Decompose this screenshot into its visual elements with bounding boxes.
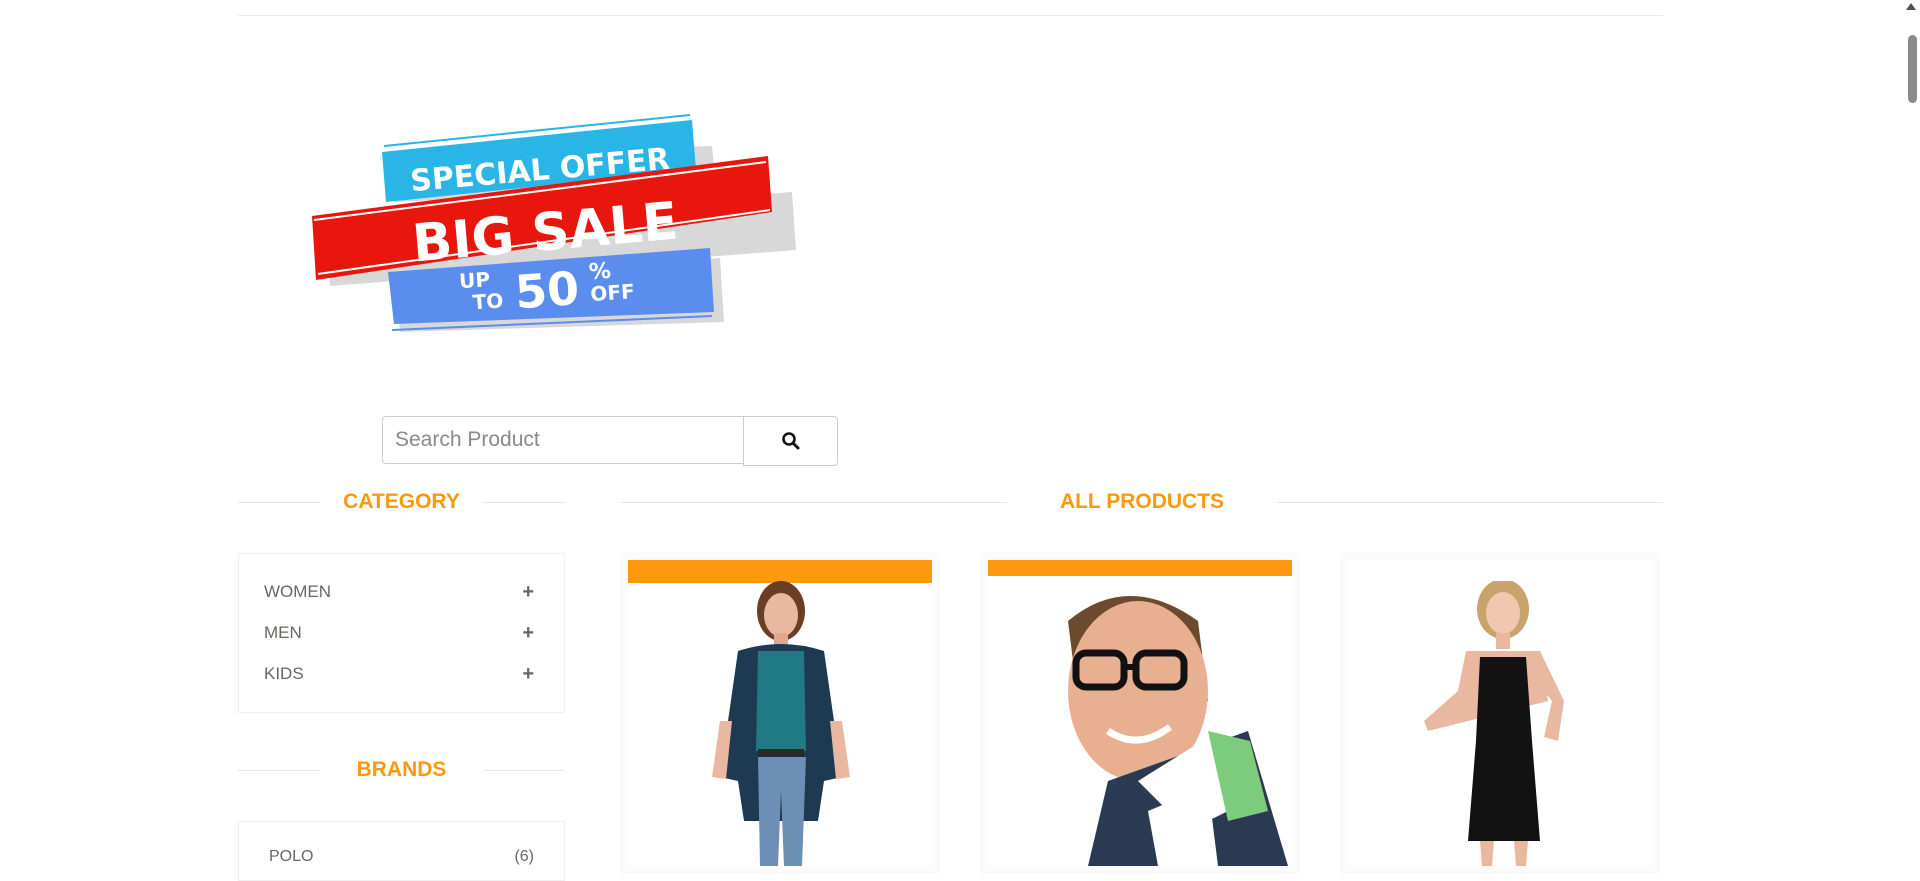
product-card[interactable] <box>981 553 1299 873</box>
scroll-thumb[interactable] <box>1908 35 1917 103</box>
brands-heading: BRANDS <box>356 758 447 781</box>
category-label: KIDS <box>264 664 304 683</box>
category-item-kids[interactable]: KIDS + <box>264 659 534 689</box>
brands-panel: POLO (6) <box>238 821 565 881</box>
category-panel: WOMEN + MEN + KIDS + <box>238 553 565 713</box>
page-scrollbar[interactable] <box>1904 0 1920 857</box>
search-button[interactable] <box>743 416 838 466</box>
product-image-man-with-glasses[interactable] <box>988 560 1292 866</box>
banner-50: 50 <box>513 261 581 319</box>
brand-label: POLO <box>269 848 314 865</box>
products-heading: ALL PRODUCTS <box>1059 490 1225 513</box>
category-heading: CATEGORY <box>343 490 460 513</box>
product-image-woman-in-cardigan[interactable] <box>628 560 932 866</box>
brand-count: (6) <box>514 848 534 865</box>
plus-icon[interactable]: + <box>522 623 534 643</box>
sale-banner: SPECIAL OFFER BIG SALE UP TO 50 % OFF <box>300 110 800 340</box>
plus-icon[interactable]: + <box>522 582 534 602</box>
category-label: WOMEN <box>264 582 332 601</box>
brand-item-polo[interactable]: POLO (6) <box>269 848 534 866</box>
category-item-men[interactable]: MEN + <box>264 618 534 648</box>
category-label: MEN <box>264 623 302 642</box>
header-divider <box>238 15 1663 16</box>
product-card[interactable] <box>1341 553 1659 873</box>
brands-title-block: BRANDS <box>238 755 565 785</box>
product-card[interactable] <box>621 553 939 873</box>
scroll-up-arrow-icon[interactable] <box>1906 3 1916 10</box>
banner-to: TO <box>472 288 504 314</box>
product-tag-bar <box>628 560 932 583</box>
search-input[interactable] <box>382 416 744 464</box>
category-title-block: CATEGORY <box>238 487 565 517</box>
banner-off: OFF <box>590 279 636 306</box>
product-tag-bar <box>988 560 1292 576</box>
category-item-women[interactable]: WOMEN + <box>264 577 534 607</box>
search-icon <box>781 432 799 450</box>
product-image-woman-in-black-dress[interactable] <box>1348 560 1652 866</box>
products-title-block: ALL PRODUCTS <box>621 487 1663 517</box>
plus-icon[interactable]: + <box>522 664 534 684</box>
